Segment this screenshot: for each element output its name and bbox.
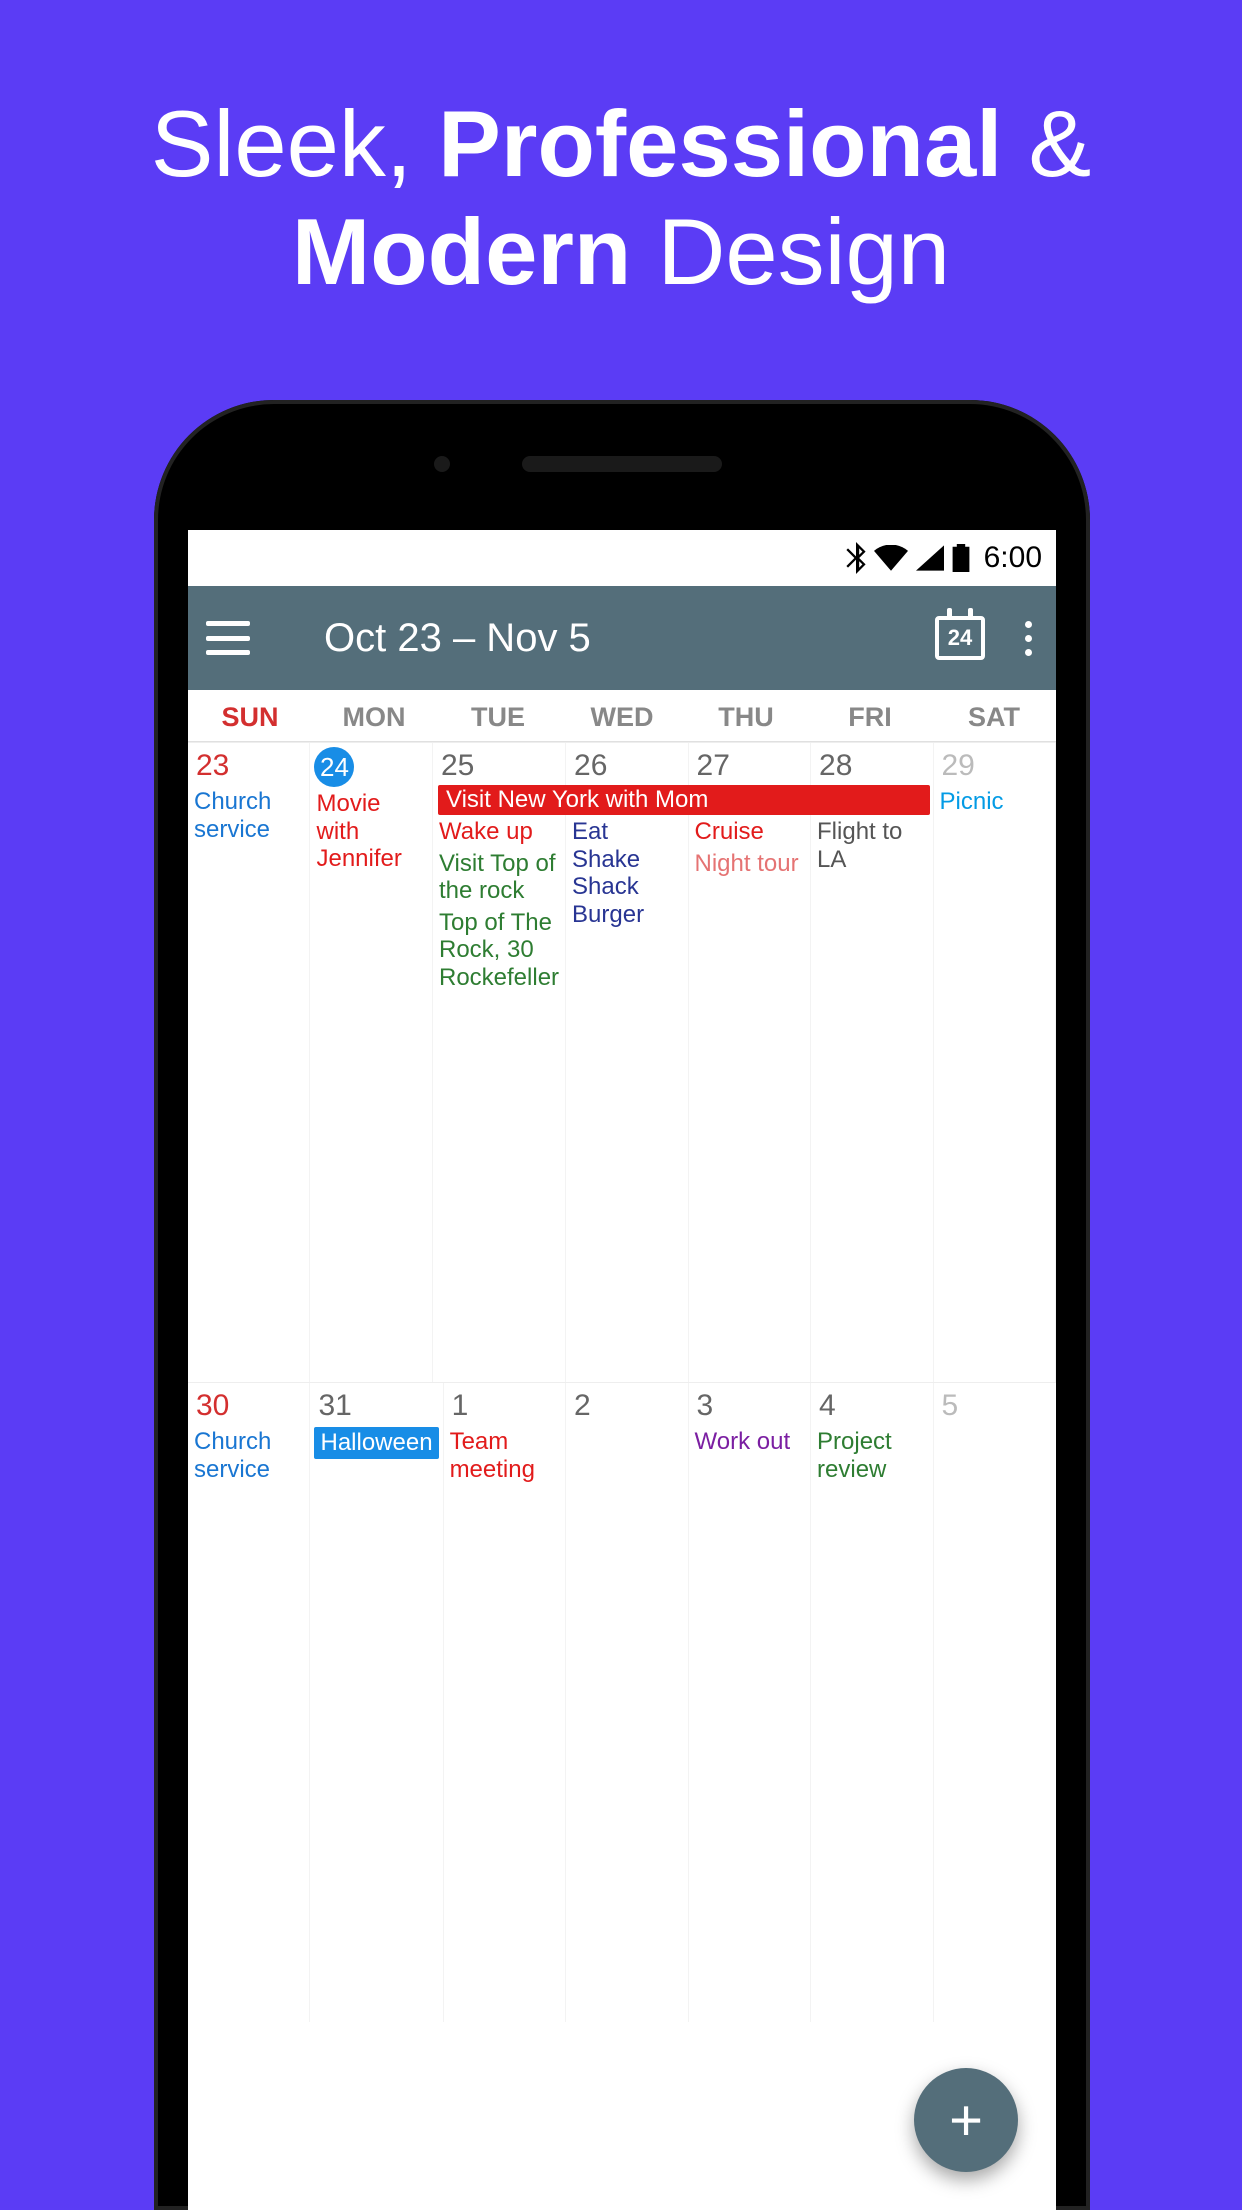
- weekday-label: MON: [312, 690, 436, 741]
- phone-camera: [434, 456, 450, 472]
- plus-icon: +: [949, 2087, 983, 2154]
- event-item[interactable]: Wake up: [437, 817, 561, 847]
- multi-day-event[interactable]: Visit New York with Mom: [438, 785, 930, 815]
- day-cell[interactable]: 24Movie with Jennifer: [310, 743, 433, 1382]
- event-item[interactable]: Cruise: [693, 817, 807, 847]
- event-item[interactable]: Halloween: [314, 1427, 438, 1459]
- day-number: 1: [448, 1387, 473, 1425]
- day-number: 24: [314, 747, 354, 787]
- weekday-label: THU: [684, 690, 808, 741]
- event-item[interactable]: Night tour: [693, 849, 807, 879]
- event-item[interactable]: Church service: [192, 787, 305, 844]
- event-item[interactable]: Project review: [815, 1427, 928, 1484]
- event-item[interactable]: Team meeting: [448, 1427, 561, 1484]
- app-bar: Oct 23 – Nov 5 24: [188, 586, 1056, 690]
- status-time: 6:00: [984, 541, 1042, 575]
- phone-frame: 6:00 Oct 23 – Nov 5 24 SUNMONTUEWEDTHUFR…: [154, 400, 1090, 2210]
- calendar-body: 23Church service24Movie with Jennifer25W…: [188, 742, 1056, 2022]
- weekday-label: FRI: [808, 690, 932, 741]
- event-item[interactable]: Eat Shake Shack Burger: [570, 817, 683, 929]
- day-number: 25: [437, 747, 478, 785]
- weekday-label: SAT: [932, 690, 1056, 741]
- day-cell[interactable]: 23Church service: [188, 743, 310, 1382]
- day-cell[interactable]: 27 CruiseNight tour: [689, 743, 812, 1382]
- weekday-label: SUN: [188, 690, 312, 741]
- weekday-header: SUNMONTUEWEDTHUFRISAT: [188, 690, 1056, 742]
- screen: 6:00 Oct 23 – Nov 5 24 SUNMONTUEWEDTHUFR…: [188, 530, 1056, 2210]
- promo-headline: Sleek, Professional & Modern Design: [0, 0, 1242, 306]
- day-number: 27: [693, 747, 734, 785]
- date-range-title[interactable]: Oct 23 – Nov 5: [324, 616, 591, 661]
- battery-icon: [952, 544, 970, 572]
- day-number: 2: [570, 1387, 595, 1425]
- event-item[interactable]: Movie with Jennifer: [314, 789, 428, 874]
- day-cell[interactable]: 2: [566, 1383, 688, 2022]
- weekday-label: WED: [560, 690, 684, 741]
- day-cell[interactable]: 26 Eat Shake Shack Burger: [566, 743, 688, 1382]
- calendar-icon: 24: [935, 616, 985, 660]
- day-cell[interactable]: 1Team meeting: [444, 1383, 566, 2022]
- day-number: 30: [192, 1387, 233, 1425]
- day-cell[interactable]: 31Halloween: [310, 1383, 443, 2022]
- day-number: 31: [314, 1387, 355, 1425]
- status-bar: 6:00: [188, 530, 1056, 586]
- event-item[interactable]: Flight to LA: [815, 817, 928, 874]
- day-cell[interactable]: 30Church service: [188, 1383, 310, 2022]
- day-number: 4: [815, 1387, 840, 1425]
- day-cell[interactable]: 28 Flight to LA: [811, 743, 933, 1382]
- wifi-icon: [874, 545, 908, 571]
- event-item[interactable]: Top of The Rock, 30 Rockefeller: [437, 908, 561, 993]
- cellular-icon: [916, 545, 944, 571]
- more-menu-button[interactable]: [1018, 613, 1038, 664]
- day-number: 29: [938, 747, 979, 785]
- weekday-label: TUE: [436, 690, 560, 741]
- menu-button[interactable]: [206, 621, 250, 655]
- day-cell[interactable]: 4Project review: [811, 1383, 933, 2022]
- today-button[interactable]: 24: [932, 610, 988, 666]
- add-event-fab[interactable]: +: [914, 2068, 1018, 2172]
- day-number: 23: [192, 747, 233, 785]
- event-item[interactable]: Visit Top of the rock: [437, 849, 561, 906]
- bluetooth-icon: [846, 542, 866, 574]
- day-cell[interactable]: 25 Wake upVisit Top of the rockTop of The…: [433, 743, 566, 1382]
- week-row: 23Church service24Movie with Jennifer25 W…: [188, 742, 1056, 1382]
- day-number: 26: [570, 747, 611, 785]
- week-row: 30Church service31Halloween1Team meeting…: [188, 1382, 1056, 2022]
- event-item[interactable]: Work out: [693, 1427, 806, 1457]
- day-number: 3: [693, 1387, 718, 1425]
- event-item[interactable]: Picnic: [938, 787, 1052, 817]
- event-item[interactable]: Church service: [192, 1427, 305, 1484]
- day-number: 28: [815, 747, 856, 785]
- day-cell[interactable]: 3Work out: [689, 1383, 811, 2022]
- day-cell[interactable]: 5: [934, 1383, 1056, 2022]
- day-number: 5: [938, 1387, 963, 1425]
- day-cell[interactable]: 29Picnic: [934, 743, 1057, 1382]
- phone-speaker: [522, 456, 722, 472]
